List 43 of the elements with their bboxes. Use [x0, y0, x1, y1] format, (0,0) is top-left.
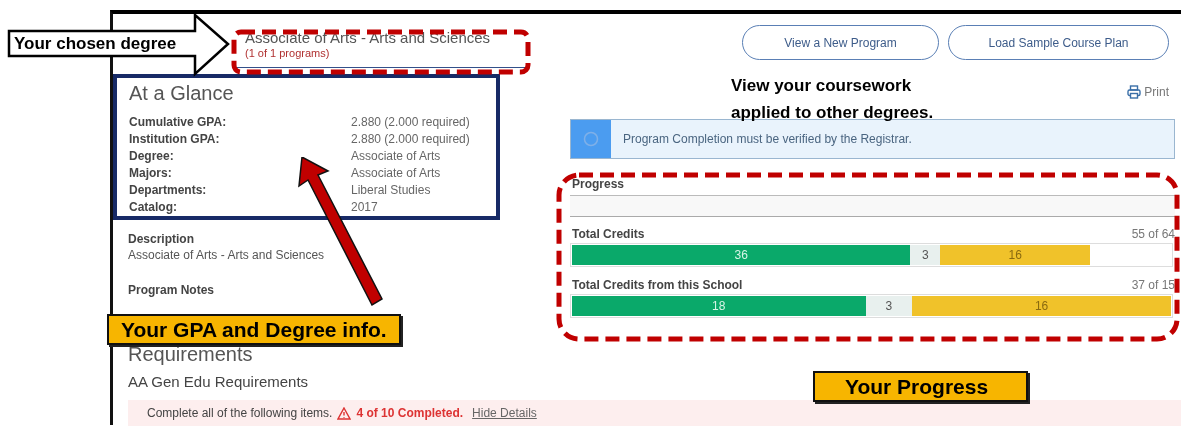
callout-label: Your GPA and Degree info. [107, 314, 401, 345]
segment-value: 3 [922, 248, 929, 262]
panel-title: At a Glance [129, 81, 235, 106]
status-text: Complete all of the following items. [147, 406, 333, 420]
action-button[interactable]: View a New Program [742, 25, 939, 60]
segment-value: 16 [1008, 248, 1022, 262]
callout-label: Your Progress [813, 371, 1029, 402]
segment-value: 36 [734, 248, 748, 262]
segment-value: 3 [885, 299, 893, 313]
field-value: 2017 [351, 199, 379, 216]
segment-value: 16 [1034, 299, 1049, 313]
requirement-group-title: AA Gen Edu Requirements [128, 372, 309, 392]
description-text: Associate of Arts - Arts and Sciences [128, 247, 326, 263]
action-button[interactable]: Load Sample Course Plan [948, 25, 1169, 60]
field-value: 2.880 (2.000 required) [351, 131, 471, 148]
section-heading: Progress [571, 177, 626, 192]
hide-details-link[interactable]: Hide Details [472, 406, 537, 420]
annotation-note: View your coursework applied to other degrees. [731, 75, 935, 124]
field-value: Associate of Arts [351, 148, 442, 165]
warning-icon [337, 406, 352, 420]
printer-icon [1127, 85, 1142, 99]
print-link[interactable]: Print [1127, 79, 1169, 105]
meter-label: Total Credits [572, 227, 645, 241]
completion-count: 4 of 10 Completed. [356, 406, 464, 420]
field-label: Catalog: [129, 199, 178, 216]
field-label: Cumulative GPA: [129, 114, 228, 131]
field-value: Associate of Arts [351, 165, 442, 182]
section-heading: Program Notes [128, 282, 216, 298]
segment-value: 18 [712, 299, 726, 313]
field-value: Liberal Studies [351, 182, 432, 199]
section-heading: Description [128, 231, 195, 247]
field-value: 2.880 (2.000 required) [351, 114, 471, 131]
field-label: Departments: [129, 182, 208, 199]
program-count: (1 of 1 programs) [245, 47, 331, 59]
meter-label: Total Credits from this School [572, 278, 743, 292]
info-icon [583, 131, 599, 147]
field-label: Degree: [129, 148, 175, 165]
section-heading: Requirements [128, 342, 253, 366]
field-label: Majors: [129, 165, 173, 182]
callout-text: Your chosen degree [14, 34, 177, 54]
meter-reading: 55 of 64 [1131, 227, 1175, 241]
field-label: Institution GPA: [129, 131, 221, 148]
alert-message: Program Completion must be verified by the Registrar. [622, 131, 912, 148]
